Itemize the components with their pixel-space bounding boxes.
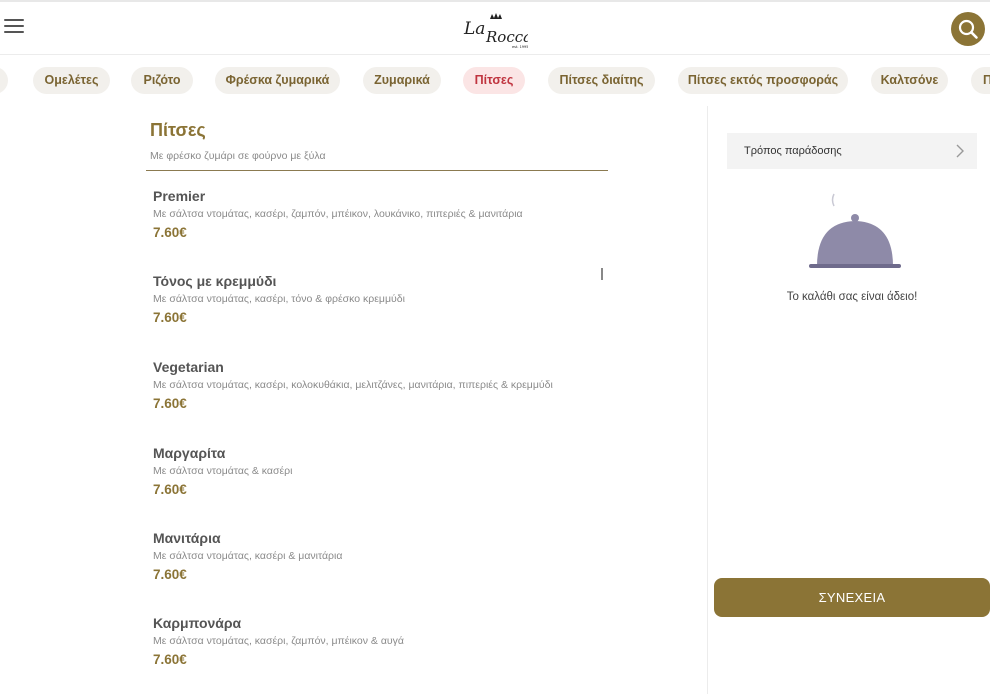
menu-item-tuna-onion[interactable]: Τόνος με κρεμμύδι Με σάλτσα ντομάτας, κα… <box>146 273 608 349</box>
menu-item-vegetarian[interactable]: Vegetarian Με σάλτσα ντομάτας, κασέρι, κ… <box>146 359 608 435</box>
category-tab-omelettes[interactable]: Ομελέτες <box>33 67 110 94</box>
item-description: Με σάλτσα ντομάτας, κασέρι, κολοκυθάκια,… <box>153 379 553 391</box>
header: La Rocca est. 1995 <box>0 2 990 55</box>
category-tab-calzone[interactable]: Καλτσόνε <box>871 67 948 94</box>
category-tab-risotto[interactable]: Ριζότο <box>131 67 193 94</box>
logo[interactable]: La Rocca est. 1995 <box>462 10 532 49</box>
item-price: 7.60€ <box>153 310 187 325</box>
item-description: Με σάλτσα ντομάτας, κασέρι, τόνο & φρέσκ… <box>153 293 405 305</box>
chevron-right-icon <box>956 144 964 158</box>
category-tab-fresh-pasta[interactable]: Φρέσκα ζυμαρικά <box>215 67 340 94</box>
item-price: 7.60€ <box>153 396 187 411</box>
item-name: Καρμπονάρα <box>153 615 242 631</box>
item-name: Premier <box>153 188 206 204</box>
item-price: 7.60€ <box>153 225 187 240</box>
item-name: Μανιτάρια <box>153 530 221 546</box>
svg-text:Rocca: Rocca <box>485 28 528 46</box>
item-price: 7.60€ <box>153 567 187 582</box>
item-price: 7.60€ <box>153 652 187 667</box>
item-price: 7.60€ <box>153 482 187 497</box>
item-description: Με σάλτσα ντομάτας, κασέρι & μανιτάρια <box>153 550 343 562</box>
item-name: Μαργαρίτα <box>153 445 226 461</box>
panel-divider <box>707 106 708 694</box>
delivery-method-selector[interactable]: Τρόπος παράδοσης <box>727 133 977 169</box>
item-description: Με σάλτσα ντομάτας & κασέρι <box>153 465 293 477</box>
item-description: Με σάλτσα ντομάτας, κασέρι, ζαμπόν, μπέι… <box>153 208 523 220</box>
category-tab-diet-pizzas[interactable]: Πίτσες διαίτης <box>548 67 655 94</box>
item-name: Τόνος με κρεμμύδι <box>153 273 277 289</box>
cloche-icon <box>809 193 901 268</box>
menu-item-mushrooms[interactable]: Μανιτάρια Με σάλτσα ντομάτας, κασέρι & μ… <box>146 530 608 606</box>
category-tab-partial-left[interactable] <box>0 67 8 94</box>
item-description: Με σάλτσα ντομάτας, κασέρι, ζαμπόν, μπέι… <box>153 635 404 647</box>
category-bar: Ομελέτες Ριζότο Φρέσκα ζυμαρικά Ζυμαρικά… <box>0 56 990 106</box>
menu-item-premier[interactable]: Premier Με σάλτσα ντομάτας, κασέρι, ζαμπ… <box>146 188 608 264</box>
svg-text:est. 1995: est. 1995 <box>512 45 528 48</box>
category-tab-pizzas[interactable]: Πίτσες <box>463 67 525 94</box>
hamburger-menu-icon[interactable] <box>4 19 24 35</box>
menu-item-carbonara[interactable]: Καρμπονάρα Με σάλτσα ντομάτας, κασέρι, ζ… <box>146 615 608 691</box>
empty-cart-message: Το καλάθι σας είναι άδειο! <box>786 291 918 303</box>
svg-text:La: La <box>463 19 485 39</box>
scrollbar-thumb[interactable] <box>601 268 603 280</box>
category-tab-pizzas-off-offer[interactable]: Πίτσες εκτός προσφοράς <box>678 67 848 94</box>
search-button[interactable] <box>951 12 985 46</box>
category-tab-pasta[interactable]: Ζυμαρικά <box>363 67 441 94</box>
section-divider <box>146 170 608 171</box>
menu-item-margherita[interactable]: Μαργαρίτα Με σάλτσα ντομάτας & κασέρι 7.… <box>146 445 608 521</box>
section-title: Πίτσες <box>150 120 206 140</box>
continue-button[interactable]: ΣΥΝΕΧΕΙΑ <box>714 578 990 617</box>
delivery-method-label: Τρόπος παράδοσης <box>744 145 842 157</box>
category-tab-partial-right[interactable]: Π <box>971 67 990 94</box>
section-subtitle: Με φρέσκο ζυμάρι σε φούρνο με ξύλα <box>150 150 326 162</box>
item-name: Vegetarian <box>153 359 224 375</box>
search-icon <box>958 19 978 39</box>
